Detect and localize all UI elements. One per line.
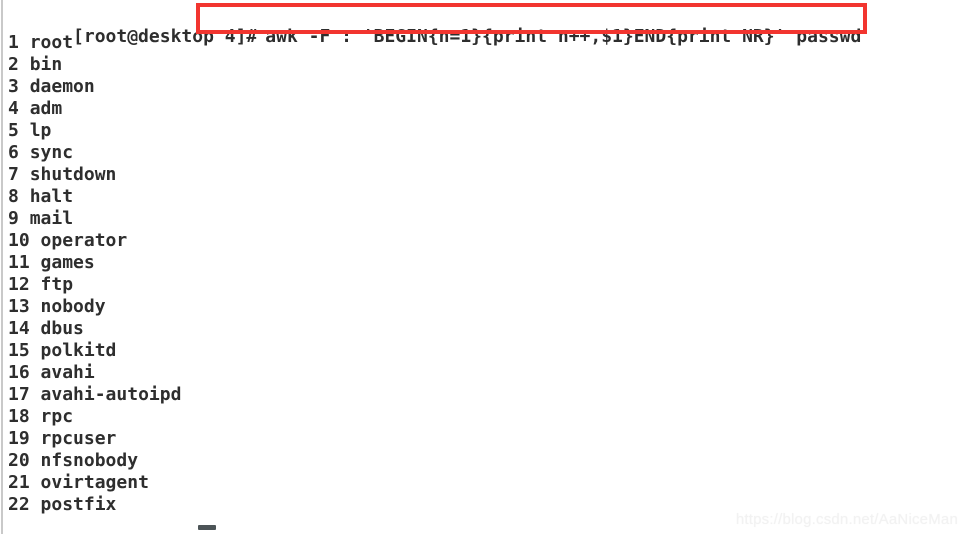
output-row-number: 20 — [8, 450, 30, 471]
output-row: 17 avahi-autoipd — [8, 384, 181, 406]
output-row-username: nobody — [40, 296, 106, 317]
output-row-number: 15 — [8, 340, 30, 361]
output-row: 11 games — [8, 252, 95, 274]
output-row-username: polkitd — [40, 340, 117, 361]
output-row-number: 13 — [8, 296, 30, 317]
output-row: 22 postfix — [8, 494, 116, 516]
shell-prompt: [root@desktop 4]# — [73, 26, 258, 47]
output-row-number: 2 — [8, 54, 19, 75]
output-row-username: root — [29, 32, 74, 53]
output-row: 12 ftp — [8, 274, 73, 296]
output-row-number: 4 — [8, 98, 19, 119]
output-row-number: 9 — [8, 208, 19, 229]
output-row-username: ftp — [40, 274, 74, 295]
output-row: 20 nfsnobody — [8, 450, 138, 472]
output-row-username: mail — [29, 208, 74, 229]
output-row-number: 6 — [8, 142, 19, 163]
output-row-number: 1 — [8, 32, 19, 53]
output-row-username: bin — [29, 54, 63, 75]
output-row-number: 22 — [8, 494, 30, 515]
output-row-number: 11 — [8, 252, 30, 273]
output-row-username: rpcuser — [40, 428, 117, 449]
output-row: 5 lp — [8, 120, 51, 142]
output-row: 14 dbus — [8, 318, 84, 340]
output-row: 7 shutdown — [8, 164, 116, 186]
output-row-number: 16 — [8, 362, 30, 383]
output-row: 15 polkitd — [8, 340, 116, 362]
output-row-number: 8 — [8, 186, 19, 207]
output-row: 13 nobody — [8, 296, 106, 318]
output-row: 4 adm — [8, 98, 62, 120]
output-row-username: halt — [29, 186, 74, 207]
output-row-username: dbus — [40, 318, 84, 339]
output-row-username: ovirtagent — [40, 472, 149, 493]
output-row-username: nfsnobody — [40, 450, 139, 471]
output-row-number: 14 — [8, 318, 30, 339]
output-row-username: daemon — [29, 76, 95, 97]
output-row-username: rpc — [40, 406, 74, 427]
output-row: 3 daemon — [8, 76, 95, 98]
output-row-number: 21 — [8, 472, 30, 493]
output-row: 21 ovirtagent — [8, 472, 149, 494]
output-row-number: 10 — [8, 230, 30, 251]
output-row: 16 avahi — [8, 362, 95, 384]
output-row: 18 rpc — [8, 406, 73, 428]
output-row-username: avahi-autoipd — [40, 384, 182, 405]
output-row-number: 19 — [8, 428, 30, 449]
output-row-username: games — [40, 252, 95, 273]
output-row-username: adm — [29, 98, 63, 119]
command-prompt-line: [root@desktop 4]# awk -F : 'BEGIN{n=1}{pr… — [8, 4, 861, 47]
output-row: 10 operator — [8, 230, 127, 252]
output-row-number: 7 — [8, 164, 19, 185]
output-row-number: 5 — [8, 120, 19, 141]
output-row-number: 18 — [8, 406, 30, 427]
output-row-username: postfix — [40, 494, 117, 515]
output-row-number: 3 — [8, 76, 19, 97]
terminal-screenshot: [root@desktop 4]# awk -F : 'BEGIN{n=1}{pr… — [0, 0, 966, 534]
output-row-username: shutdown — [29, 164, 117, 185]
output-row: 19 rpcuser — [8, 428, 116, 450]
output-row: 8 halt — [8, 186, 73, 208]
output-row-username: sync — [29, 142, 74, 163]
output-row: 1 root — [8, 32, 73, 54]
output-row: 6 sync — [8, 142, 73, 164]
output-row-username: lp — [29, 120, 52, 141]
command-input[interactable]: awk -F : 'BEGIN{n=1}{print n++,$1}END{pr… — [257, 26, 861, 47]
output-row: 9 mail — [8, 208, 73, 230]
terminal-cursor — [198, 525, 216, 530]
output-row-number: 12 — [8, 274, 30, 295]
record-count-line: 22 — [8, 516, 95, 534]
output-row: 2 bin — [8, 54, 62, 76]
output-row-username: avahi — [40, 362, 95, 383]
terminal-output-area[interactable]: [root@desktop 4]# awk -F : 'BEGIN{n=1}{pr… — [0, 0, 966, 534]
watermark-text: https://blog.csdn.net/AaNiceMan — [735, 511, 958, 528]
output-row-number: 17 — [8, 384, 30, 405]
output-row-username: operator — [40, 230, 128, 251]
